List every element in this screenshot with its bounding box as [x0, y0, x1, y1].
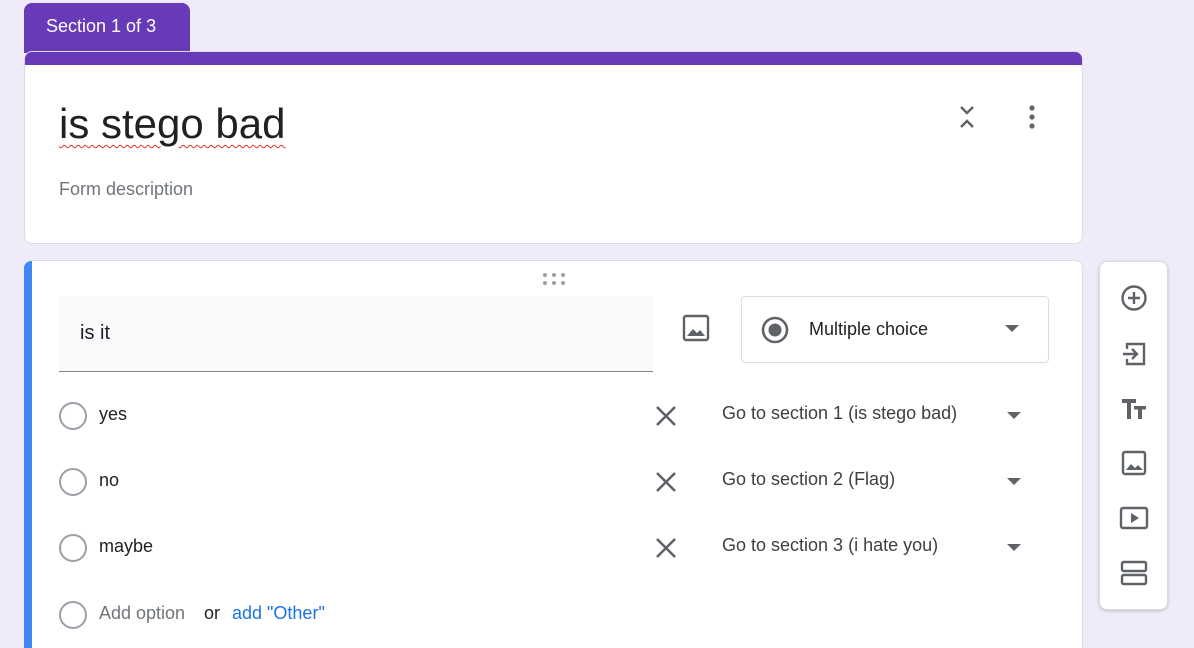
go-to-section-label: Go to section 3 (i hate you): [722, 535, 939, 555]
remove-option-button[interactable]: [653, 469, 679, 495]
go-to-section-dropdown[interactable]: Go to section 3 (i hate you): [722, 534, 1034, 562]
add-image-button[interactable]: [1118, 447, 1150, 479]
add-option-row: Add option or add "Other": [59, 599, 559, 633]
option-radio: [59, 534, 87, 562]
go-to-section-label: Go to section 2 (Flag): [722, 469, 896, 489]
question-card[interactable]: is it Multiple choice yes Go to section …: [24, 260, 1083, 648]
option-row[interactable]: no Go to section 2 (Flag): [59, 457, 1049, 507]
option-radio: [59, 468, 87, 496]
form-description-field[interactable]: Form description: [59, 179, 193, 200]
add-video-button[interactable]: [1118, 502, 1150, 534]
form-header-card[interactable]: is stego bad Form description: [24, 51, 1083, 244]
go-to-section-dropdown[interactable]: Go to section 2 (Flag): [722, 468, 1034, 496]
go-to-section-label: Go to section 1 (is stego bad): [722, 403, 958, 423]
add-image-icon: [1121, 450, 1147, 476]
add-title-icon: [1122, 399, 1146, 419]
radio-button-checked-icon: [761, 316, 789, 344]
close-icon: [656, 538, 676, 558]
option-radio: [59, 601, 87, 629]
option-row[interactable]: maybe Go to section 3 (i hate you): [59, 523, 1049, 573]
option-label[interactable]: yes: [99, 404, 127, 425]
dropdown-arrow-icon: [1007, 412, 1021, 419]
add-question-button[interactable]: [1118, 282, 1150, 314]
question-title-input[interactable]: is it: [59, 296, 653, 372]
add-section-icon: [1120, 560, 1148, 586]
dropdown-arrow-icon: [1007, 478, 1021, 485]
add-title-description-button[interactable]: [1118, 393, 1150, 425]
form-title-text[interactable]: is stego bad: [59, 100, 286, 147]
add-other-button[interactable]: add "Other": [232, 603, 325, 624]
import-questions-icon: [1123, 342, 1146, 366]
form-title[interactable]: is stego bad: [59, 100, 286, 148]
header-accent-bar: [25, 52, 1082, 65]
add-section-button[interactable]: [1118, 557, 1150, 589]
more-vert-icon: [1029, 105, 1035, 129]
drag-dots-icon: [543, 273, 565, 285]
more-options-button[interactable]: [1019, 102, 1045, 132]
collapse-icon: [960, 106, 974, 128]
close-icon: [656, 406, 676, 426]
dropdown-arrow-icon: [1007, 544, 1021, 551]
active-question-indicator: [24, 261, 32, 648]
dropdown-arrow-icon: [1005, 325, 1019, 332]
add-image-to-question-button[interactable]: [678, 310, 714, 346]
question-type-label: Multiple choice: [809, 319, 929, 339]
import-questions-button[interactable]: [1118, 338, 1150, 370]
remove-option-button[interactable]: [653, 535, 679, 561]
question-type-dropdown[interactable]: Multiple choice: [741, 296, 1049, 363]
option-label[interactable]: no: [99, 470, 119, 491]
drag-handle[interactable]: [541, 271, 567, 287]
add-question-icon: [1121, 285, 1147, 311]
close-icon: [656, 472, 676, 492]
section-tab: Section 1 of 3: [24, 3, 190, 53]
option-label[interactable]: maybe: [99, 536, 153, 557]
remove-option-button[interactable]: [653, 403, 679, 429]
floating-toolbar: [1099, 261, 1168, 610]
option-radio: [59, 402, 87, 430]
section-tab-label: Section 1 of 3: [46, 16, 157, 36]
collapse-section-button[interactable]: [953, 102, 981, 132]
option-row[interactable]: yes Go to section 1 (is stego bad): [59, 391, 1049, 441]
add-video-icon: [1119, 506, 1149, 530]
or-separator: or: [204, 603, 221, 623]
go-to-section-dropdown[interactable]: Go to section 1 (is stego bad): [722, 402, 1034, 430]
add-option-button[interactable]: Add option: [99, 603, 185, 624]
image-icon: [682, 314, 710, 342]
